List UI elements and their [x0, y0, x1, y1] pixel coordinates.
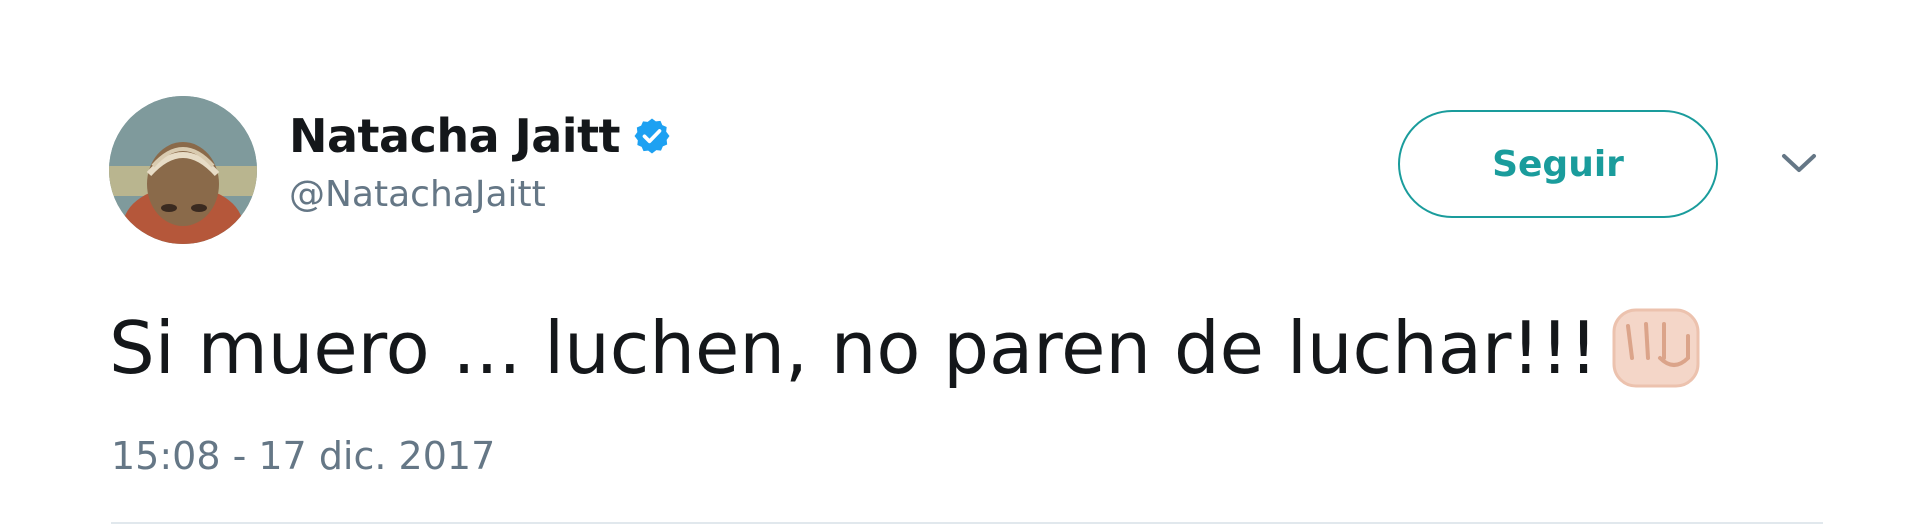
author-name-row: Natacha Jaitt [289, 104, 672, 168]
author-handle[interactable]: @NatachaJaitt [289, 174, 672, 215]
verified-badge-icon [632, 116, 672, 156]
tweet-timestamp[interactable]: 15:08 - 17 dic. 2017 [111, 434, 495, 478]
tweet-text-body: Si muero ... luchen, no paren de luchar!… [109, 306, 1599, 390]
tweet-author: Natacha Jaitt @NatachaJaitt [289, 104, 672, 215]
author-name[interactable]: Natacha Jaitt [289, 109, 621, 163]
divider [111, 522, 1823, 524]
tweet-text: Si muero ... luchen, no paren de luchar!… [109, 296, 1708, 400]
follow-button[interactable]: Seguir [1398, 110, 1718, 218]
chevron-down-icon[interactable] [1774, 148, 1824, 182]
tweet-card: Natacha Jaitt @NatachaJaitt Seguir Si mu… [0, 0, 1920, 526]
avatar-image [109, 96, 257, 244]
fist-icon [1604, 296, 1708, 400]
avatar[interactable] [109, 96, 257, 244]
